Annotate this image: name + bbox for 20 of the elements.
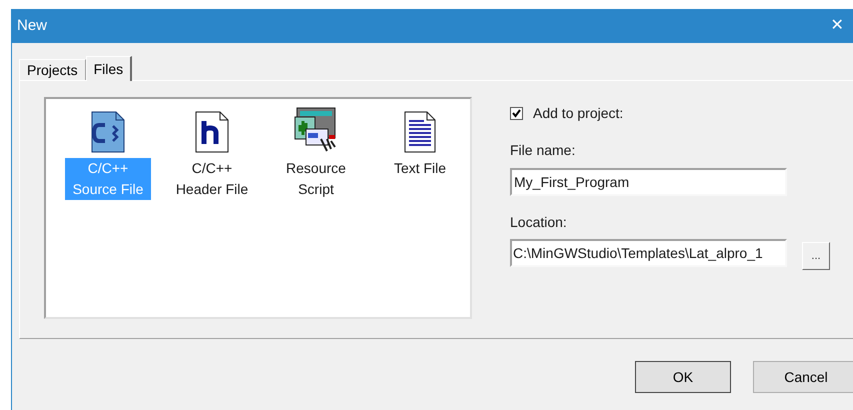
tab[interactable]: Projects — [19, 59, 86, 80]
input-field[interactable]: My_First_Program — [510, 168, 787, 196]
browse-button[interactable]: ... — [802, 242, 830, 270]
dialog-button[interactable]: Cancel — [753, 361, 853, 393]
checkbox[interactable] — [510, 107, 523, 120]
input-field[interactable]: C:\MinGWStudio\Templates\Lat_alpro_1 — [510, 239, 787, 267]
field-label: Location: — [510, 213, 568, 232]
checkmark-icon — [512, 109, 521, 118]
header-file-icon — [195, 111, 229, 153]
text-file-icon — [404, 111, 436, 153]
file-type-item[interactable]: C/C++ Header File — [169, 158, 255, 200]
cpp-file-icon — [91, 111, 125, 153]
checkbox-label: Add to project: — [533, 104, 624, 123]
close-button[interactable]: ✕ — [825, 14, 849, 38]
dialog-button[interactable]: OK — [635, 361, 731, 393]
window-title: New — [17, 16, 48, 36]
file-type-item[interactable]: Resource Script — [273, 158, 359, 200]
tab[interactable]: Files — [86, 56, 132, 81]
field-label: File name: — [510, 141, 576, 160]
file-type-item[interactable]: Text File — [377, 158, 463, 179]
